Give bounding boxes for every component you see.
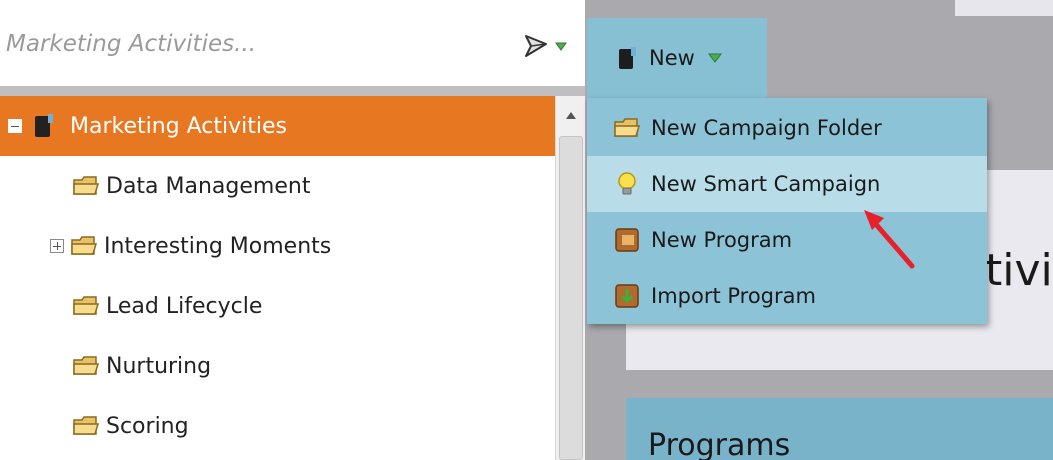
import-program-icon <box>615 284 639 308</box>
folder-icon <box>71 236 98 255</box>
folder-icon <box>73 416 100 435</box>
panel-divider <box>0 86 585 96</box>
new-button-label: New <box>649 46 695 70</box>
scroll-up-button[interactable] <box>556 96 585 134</box>
tree-item-label: Nurturing <box>106 353 212 379</box>
menu-item-new-campaign-folder[interactable]: New Campaign Folder <box>587 100 987 156</box>
tree-item-data-management[interactable]: Data Management <box>0 156 555 216</box>
menu-item-label: New Campaign Folder <box>651 116 882 140</box>
collapse-toggle[interactable] <box>8 119 22 133</box>
filter-icon <box>525 35 567 57</box>
new-button[interactable]: New <box>587 18 767 98</box>
tree-item-nurturing[interactable]: Nurturing <box>0 336 555 396</box>
annotation-arrow <box>864 210 915 269</box>
expand-toggle[interactable] <box>50 239 64 253</box>
folder-icon <box>73 356 100 375</box>
tree-item-label: Lead Lifecycle <box>106 293 263 319</box>
menu-item-label: New Program <box>651 228 793 252</box>
header-strip <box>955 0 1053 16</box>
marketing-tree: Marketing Activities Data Management Int… <box>0 96 555 460</box>
programs-panel: Programs <box>626 398 1053 460</box>
tree-item-label: Data Management <box>106 173 311 199</box>
program-icon <box>615 228 639 252</box>
tree-search-input[interactable] <box>6 24 476 64</box>
dropdown-arrow-icon <box>707 53 722 63</box>
tree-panel: Marketing Activities Data Management Int… <box>0 0 585 460</box>
scroll-thumb[interactable] <box>559 136 583 460</box>
tree-scrollbar[interactable] <box>555 96 585 460</box>
page-title: tivit <box>985 245 1053 296</box>
filter-button[interactable] <box>522 32 572 60</box>
programs-heading: Programs <box>648 428 791 460</box>
tree-item-label: Interesting Moments <box>104 233 332 259</box>
folder-icon <box>73 176 100 195</box>
new-icon <box>619 47 636 69</box>
tree-item-label: Marketing Activities <box>70 113 288 139</box>
tree-search-bar <box>0 0 585 88</box>
folder-icon <box>73 296 100 315</box>
tree-item-interesting-moments[interactable]: Interesting Moments <box>0 216 555 276</box>
folder-icon <box>614 118 641 137</box>
marketing-activities-icon <box>35 114 53 137</box>
tree-item-lead-lifecycle[interactable]: Lead Lifecycle <box>0 276 555 336</box>
tree-item-label: Scoring <box>106 413 189 439</box>
menu-item-label: Import Program <box>651 284 816 308</box>
tree-item-marketing-activities[interactable]: Marketing Activities <box>0 96 555 156</box>
menu-item-label: New Smart Campaign <box>651 172 881 196</box>
lightbulb-icon <box>618 172 636 195</box>
tree-item-scoring[interactable]: Scoring <box>0 396 555 456</box>
